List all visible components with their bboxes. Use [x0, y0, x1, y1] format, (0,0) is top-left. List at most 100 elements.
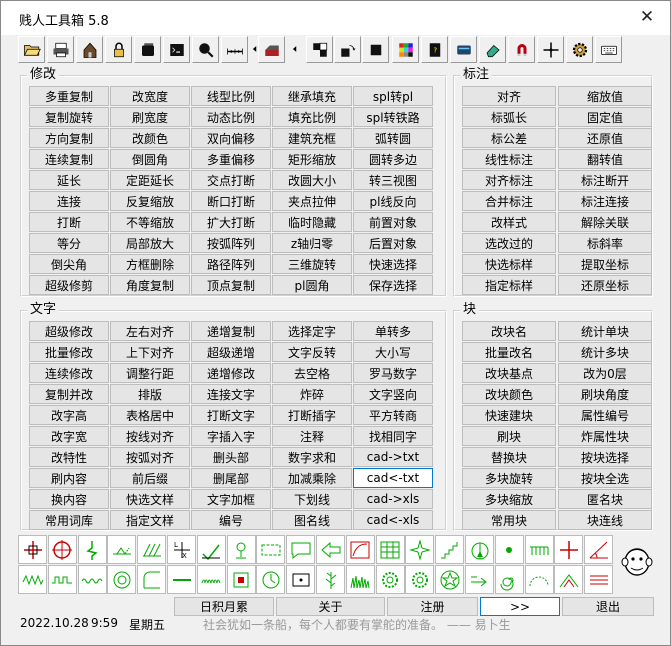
modify-button[interactable]: 弧转圆	[353, 128, 433, 148]
modify-button[interactable]: 复制旋转	[29, 107, 109, 127]
text-button[interactable]: 按弧对齐	[110, 447, 190, 467]
text-button[interactable]: 连接文字	[191, 384, 271, 404]
house-button[interactable]	[76, 36, 103, 63]
block-button[interactable]: 替换块	[462, 447, 556, 467]
corner-arc-tool[interactable]	[137, 565, 167, 594]
text-button[interactable]: 左右对齐	[110, 321, 190, 341]
text-button[interactable]: 数字求和	[272, 447, 352, 467]
annotate-button[interactable]: 标公差	[462, 128, 556, 148]
text-button[interactable]: 超级修改	[29, 321, 109, 341]
block-button[interactable]: 块连线	[558, 510, 652, 530]
block-button[interactable]: 常用块	[462, 510, 556, 530]
modify-button[interactable]: pl圆角	[272, 275, 352, 295]
block-button[interactable]: 匿名块	[558, 489, 652, 509]
annotate-button[interactable]: 选改过的	[462, 233, 556, 253]
annotate-button[interactable]: 合并标注	[462, 191, 556, 211]
modify-button[interactable]: 快速选择	[353, 254, 433, 274]
modify-button[interactable]: 继承填充	[272, 86, 352, 106]
modify-button[interactable]: 按弧阵列	[191, 233, 271, 253]
clock-circle-tool[interactable]	[256, 565, 286, 594]
modify-button[interactable]: 反复缩放	[110, 191, 190, 211]
table-grid-tool[interactable]	[375, 535, 405, 564]
modify-button[interactable]: 延长	[29, 170, 109, 190]
text-button[interactable]: 大小写	[353, 342, 433, 362]
text-button[interactable]: 找相同字	[353, 426, 433, 446]
exit-button[interactable]: 退出	[562, 597, 654, 616]
arrow-left-icon[interactable]	[290, 44, 300, 56]
modify-button[interactable]: 临时隐藏	[272, 212, 352, 232]
wall-button[interactable]	[258, 36, 285, 63]
modify-button[interactable]: 前置对象	[353, 212, 433, 232]
annotate-button[interactable]: 改样式	[462, 212, 556, 232]
modify-button[interactable]: 动态比例	[191, 107, 271, 127]
modify-button[interactable]: 连接	[29, 191, 109, 211]
text-button[interactable]: 文字反转	[272, 342, 352, 362]
block-button[interactable]: 刷块角度	[558, 384, 652, 404]
close-icon[interactable]: ✕	[636, 6, 658, 28]
modify-button[interactable]: 保存选择	[353, 275, 433, 295]
block-button[interactable]: 改块颜色	[462, 384, 556, 404]
text-button[interactable]: 上下对齐	[110, 342, 190, 362]
text-button[interactable]: cad->xls	[353, 489, 433, 509]
text-button[interactable]: 换内容	[29, 489, 109, 509]
gear-outline-tool[interactable]	[375, 565, 405, 594]
chevron-arch-tool[interactable]	[554, 565, 584, 594]
block-button[interactable]: 快速建块	[462, 405, 556, 425]
text-button[interactable]: 刷内容	[29, 468, 109, 488]
text-button[interactable]: 排版	[110, 384, 190, 404]
modify-button[interactable]: 超级修剪	[29, 275, 109, 295]
text-button[interactable]: 选择定字	[272, 321, 352, 341]
annotate-button[interactable]: 缩放值	[558, 86, 652, 106]
modify-button[interactable]: 顶点复制	[191, 275, 271, 295]
block-button[interactable]: 刷块	[462, 426, 556, 446]
blocks-button[interactable]	[306, 36, 333, 63]
modify-button[interactable]: 打断	[29, 212, 109, 232]
concentric-circle-tool[interactable]	[107, 565, 137, 594]
modify-button[interactable]: 后置对象	[353, 233, 433, 253]
annotate-button[interactable]: 标斜率	[558, 233, 652, 253]
card-button[interactable]	[450, 36, 477, 63]
modify-button[interactable]: 改宽度	[110, 86, 190, 106]
modify-button[interactable]: 连续复制	[29, 149, 109, 169]
hatch-tool[interactable]	[137, 535, 167, 564]
speech-bubble-tool[interactable]	[286, 535, 316, 564]
gear-button[interactable]	[566, 36, 593, 63]
modify-button[interactable]: pl线反向	[353, 191, 433, 211]
modify-button[interactable]: 断口打断	[191, 191, 271, 211]
grass-tool[interactable]	[345, 565, 375, 594]
stairs-tool[interactable]	[435, 535, 465, 564]
modify-button[interactable]: 圆转多边	[353, 149, 433, 169]
text-button[interactable]: 打断文字	[191, 405, 271, 425]
modify-button[interactable]: z轴归零	[272, 233, 352, 253]
text-button[interactable]: 罗马数字	[353, 363, 433, 383]
modify-button[interactable]: 交点打断	[191, 170, 271, 190]
modify-button[interactable]: 刷宽度	[110, 107, 190, 127]
arrow-line-tool[interactable]	[465, 565, 494, 594]
modify-button[interactable]: 倒圆角	[110, 149, 190, 169]
copy-rotate-button[interactable]	[334, 36, 361, 63]
block-button[interactable]: 统计单块	[558, 321, 652, 341]
text-button[interactable]: 平方转商	[353, 405, 433, 425]
coil-tool[interactable]	[196, 565, 226, 594]
modify-button[interactable]: spl转铁路	[353, 107, 433, 127]
text-button[interactable]: 改字高	[29, 405, 109, 425]
text-button[interactable]: 字插入字	[191, 426, 271, 446]
block-button[interactable]: 炸属性块	[558, 426, 652, 446]
block-button[interactable]: 改为0层	[558, 363, 652, 383]
lamp-tool[interactable]	[226, 535, 256, 564]
text-button[interactable]: 文字竖向	[353, 384, 433, 404]
lock-button[interactable]	[105, 36, 132, 63]
tips-button[interactable]: 日积月累	[174, 597, 274, 616]
magnet-button[interactable]	[508, 36, 535, 63]
modify-button[interactable]: 方框删除	[110, 254, 190, 274]
block-button[interactable]: 多块缩放	[462, 489, 556, 509]
small-wave-tool[interactable]	[77, 565, 107, 594]
text-button[interactable]: 注释	[272, 426, 352, 446]
block-button[interactable]: 按块选择	[558, 447, 652, 467]
text-button[interactable]: 调整行距	[110, 363, 190, 383]
notebook-button[interactable]: ?	[421, 36, 448, 63]
arrow-left-outline-tool[interactable]	[316, 535, 345, 564]
square-wave-tool[interactable]	[47, 565, 77, 594]
crosshair-button[interactable]	[537, 36, 564, 63]
modify-button[interactable]: 双向偏移	[191, 128, 271, 148]
